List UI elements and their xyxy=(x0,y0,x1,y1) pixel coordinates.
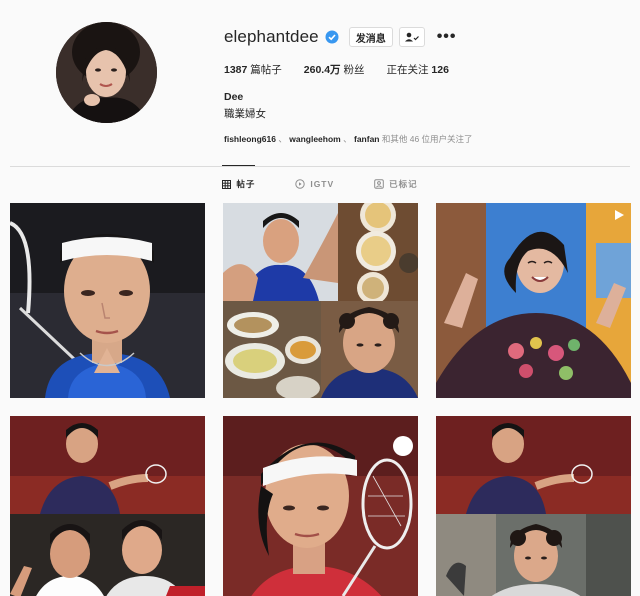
profile-info: elephantdee 发消息 ••• 1387 篇帖子 260.4万 粉丝 正… xyxy=(224,24,624,145)
followed-by-separator: 、 xyxy=(343,134,352,144)
followers-count: 260.4万 xyxy=(303,64,341,76)
followers-label: 粉丝 xyxy=(343,64,365,76)
post-thumbnail[interactable] xyxy=(436,203,631,398)
full-name: Dee xyxy=(224,91,244,103)
post-thumbnail[interactable] xyxy=(10,203,205,398)
posts-label: 篇帖子 xyxy=(250,64,282,76)
followed-by-name[interactable]: wangleehom xyxy=(289,134,340,144)
post-thumbnail[interactable] xyxy=(436,416,631,596)
more-options-icon[interactable]: ••• xyxy=(437,29,457,45)
followed-by-separator: 、 xyxy=(278,134,287,144)
message-button[interactable]: 发消息 xyxy=(348,27,393,47)
posts-count: 1387 xyxy=(224,64,248,76)
tab-tagged[interactable]: 已标记 xyxy=(374,166,418,202)
profile-header: elephantdee 发消息 ••• 1387 篇帖子 260.4万 粉丝 正… xyxy=(0,0,640,166)
video-play-icon xyxy=(615,210,624,220)
followed-by[interactable]: fishleong616 、 wangleehom 、 fanfan 和其他 4… xyxy=(224,133,624,145)
followed-by-name[interactable]: fanfan xyxy=(354,134,380,144)
tab-tagged-label: 已标记 xyxy=(389,179,418,189)
post-thumbnail[interactable] xyxy=(223,416,418,596)
igtv-icon xyxy=(295,179,306,189)
posts-stat: 1387 篇帖子 xyxy=(224,62,282,77)
following-stat[interactable]: 正在关注 126 xyxy=(386,62,448,77)
tab-posts-label: 帖子 xyxy=(236,179,256,189)
bio-text: 職業婦女 xyxy=(224,108,266,120)
followed-by-name[interactable]: fishleong616 xyxy=(224,134,276,144)
verified-badge-icon xyxy=(325,30,339,44)
profile-avatar[interactable] xyxy=(56,22,157,123)
post-thumbnail[interactable] xyxy=(223,203,418,398)
following-count: 126 xyxy=(431,64,449,76)
grid-icon xyxy=(222,179,232,189)
followers-stat[interactable]: 260.4万 粉丝 xyxy=(304,62,365,77)
following-label: 正在关注 xyxy=(386,64,429,76)
tab-igtv-label: IGTV xyxy=(310,179,335,189)
username: elephantdee xyxy=(224,27,319,46)
profile-tabs: 帖子 IGTV 已标记 xyxy=(0,165,640,202)
followed-by-suffix: 和其他 46 位用户关注了 xyxy=(381,134,473,144)
post-thumbnail[interactable] xyxy=(10,416,205,596)
profile-stats: 1387 篇帖子 260.4万 粉丝 正在关注 126 xyxy=(224,62,624,77)
following-dropdown-button[interactable] xyxy=(398,27,425,47)
tab-igtv[interactable]: IGTV xyxy=(295,166,334,202)
tagged-icon xyxy=(374,179,384,189)
tab-posts[interactable]: 帖子 xyxy=(222,165,256,202)
user-check-icon xyxy=(404,32,419,42)
